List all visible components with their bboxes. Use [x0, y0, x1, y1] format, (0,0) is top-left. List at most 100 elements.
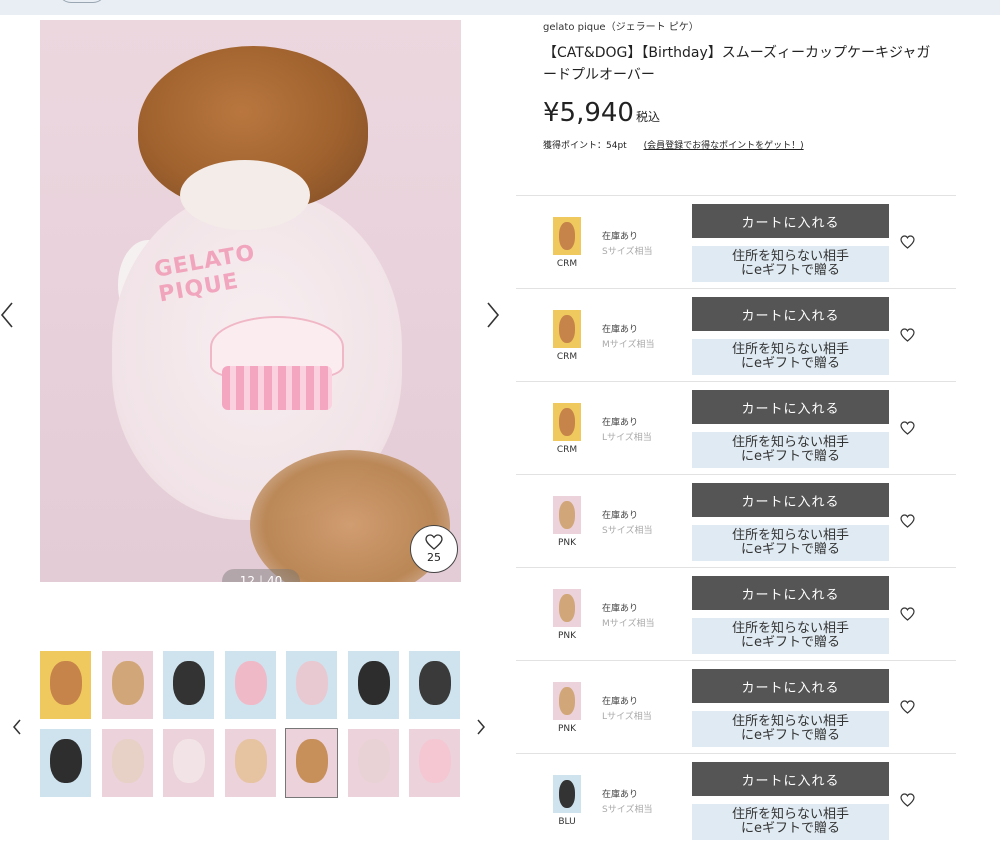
variant-favorite-button[interactable]: [900, 513, 915, 532]
egift-button[interactable]: 住所を知らない相手 にeギフトで贈る: [692, 339, 889, 375]
variant-size: Mサイズ相当: [602, 619, 655, 629]
variant-row: CRM 在庫あり Mサイズ相当 カートに入れる 住所を知らない相手 にeギフトで贈る: [516, 288, 956, 382]
variant-size: Lサイズ相当: [602, 712, 652, 722]
variant-favorite-button[interactable]: [900, 606, 915, 625]
egift-button[interactable]: 住所を知らない相手 にeギフトで贈る: [692, 804, 889, 840]
variant-stock: 在庫あり: [602, 604, 639, 614]
thumbnail[interactable]: [102, 651, 153, 719]
thumbnail[interactable]: [225, 651, 276, 719]
thumbnail[interactable]: [348, 651, 399, 719]
variant-swatch[interactable]: [553, 775, 581, 813]
variant-favorite-button[interactable]: [900, 792, 915, 811]
heart-icon: [425, 534, 443, 550]
variant-size: Mサイズ相当: [602, 340, 655, 350]
thumbnail-image: [50, 661, 82, 705]
thumbs-prev-arrow[interactable]: [12, 712, 22, 742]
thumbnail[interactable]: [102, 729, 153, 797]
thumbnail[interactable]: [40, 651, 91, 719]
price-value: ¥5,940: [543, 98, 634, 128]
chevron-right-icon: [487, 302, 500, 328]
variant-row: PNK 在庫あり Lサイズ相当 カートに入れる 住所を知らない相手 にeギフトで贈る: [516, 660, 956, 754]
favorite-count: 25: [427, 551, 441, 564]
variant-favorite-button[interactable]: [900, 327, 915, 346]
heart-icon: [900, 793, 915, 807]
top-bar: [0, 0, 1000, 15]
heart-icon: [900, 328, 915, 342]
variant-color-code: PNK: [557, 538, 577, 548]
variant-favorite-button[interactable]: [900, 699, 915, 718]
variant-color-code: PNK: [557, 631, 577, 641]
heart-icon: [900, 700, 915, 714]
thumbnail[interactable]: [286, 651, 337, 719]
thumbnail-image: [112, 661, 144, 705]
add-to-cart-button[interactable]: カートに入れる: [692, 390, 889, 424]
thumbs-next-arrow[interactable]: [476, 712, 486, 742]
variant-favorite-button[interactable]: [900, 234, 915, 253]
variant-swatch-image: [559, 222, 575, 250]
egift-button[interactable]: 住所を知らない相手 にeギフトで贈る: [692, 618, 889, 654]
thumbnail-image: [235, 739, 267, 783]
variant-swatch[interactable]: [553, 682, 581, 720]
add-to-cart-button[interactable]: カートに入れる: [692, 762, 889, 796]
logo[interactable]: [58, 0, 106, 3]
thumbnail-image: [235, 661, 267, 705]
variant-favorite-button[interactable]: [900, 420, 915, 439]
variant-stock: 在庫あり: [602, 418, 639, 428]
variant-size: Lサイズ相当: [602, 433, 652, 443]
thumbnail[interactable]: [285, 728, 338, 798]
variant-row: BLU 在庫あり Sサイズ相当 カートに入れる 住所を知らない相手 にeギフトで贈る: [516, 753, 956, 847]
egift-button[interactable]: 住所を知らない相手 にeギフトで贈る: [692, 246, 889, 282]
main-next-arrow[interactable]: [486, 301, 500, 335]
egift-button[interactable]: 住所を知らない相手 にeギフトで贈る: [692, 525, 889, 561]
variant-stock: 在庫あり: [602, 790, 639, 800]
add-to-cart-button[interactable]: カートに入れる: [692, 576, 889, 610]
favorite-button[interactable]: 25: [410, 525, 458, 573]
main-product-image[interactable]: GELATO PIQUE 12 | 40 25: [40, 20, 461, 582]
variant-color-code: CRM: [556, 352, 578, 362]
main-prev-arrow[interactable]: [0, 301, 14, 335]
variant-swatch[interactable]: [553, 496, 581, 534]
price-tax-label: 税込: [635, 110, 660, 124]
points-info: 獲得ポイント：54pt (会員登録でお得なポイントをゲット！): [543, 138, 804, 151]
thumbnail-image: [173, 739, 205, 783]
add-to-cart-button[interactable]: カートに入れる: [692, 669, 889, 703]
thumbnail[interactable]: [163, 651, 214, 719]
thumbnail[interactable]: [348, 729, 399, 797]
egift-button[interactable]: 住所を知らない相手 にeギフトで贈る: [692, 711, 889, 747]
heart-icon: [900, 235, 915, 249]
variant-swatch-image: [559, 780, 575, 808]
variant-size: Sサイズ相当: [602, 247, 653, 257]
variant-swatch[interactable]: [553, 310, 581, 348]
add-to-cart-button[interactable]: カートに入れる: [692, 297, 889, 331]
variant-swatch[interactable]: [553, 589, 581, 627]
variant-size: Sサイズ相当: [602, 805, 653, 815]
variant-stock: 在庫あり: [602, 325, 639, 335]
thumbnail[interactable]: [225, 729, 276, 797]
thumbnail-image: [358, 739, 390, 783]
add-to-cart-button[interactable]: カートに入れる: [692, 483, 889, 517]
image-counter-separator: |: [258, 574, 264, 582]
variant-swatch[interactable]: [553, 403, 581, 441]
image-counter-total: 40: [267, 574, 283, 582]
brand-name[interactable]: gelato pique（ジェラート ピケ）: [543, 18, 699, 33]
thumbnail[interactable]: [40, 729, 91, 797]
points-signup-link[interactable]: (会員登録でお得なポイントをゲット！): [644, 141, 804, 151]
variant-stock: 在庫あり: [602, 232, 639, 242]
chevron-left-icon: [13, 719, 21, 735]
egift-button[interactable]: 住所を知らない相手 にeギフトで贈る: [692, 432, 889, 468]
variant-row: CRM 在庫あり Sサイズ相当 カートに入れる 住所を知らない相手 にeギフトで贈る: [516, 195, 956, 289]
variant-row: PNK 在庫あり Mサイズ相当 カートに入れる 住所を知らない相手 にeギフトで贈る: [516, 567, 956, 661]
variant-color-code: PNK: [557, 724, 577, 734]
image-counter-current: 12: [239, 574, 255, 582]
variant-swatch-image: [559, 408, 575, 436]
variant-row: CRM 在庫あり Lサイズ相当 カートに入れる 住所を知らない相手 にeギフトで贈る: [516, 381, 956, 475]
thumbnail[interactable]: [409, 651, 460, 719]
variant-swatch-image: [559, 594, 575, 622]
variant-color-code: CRM: [556, 445, 578, 455]
thumbnail[interactable]: [409, 729, 460, 797]
variant-swatch[interactable]: [553, 217, 581, 255]
thumbnail-image: [296, 661, 328, 705]
add-to-cart-button[interactable]: カートに入れる: [692, 204, 889, 238]
thumbnail[interactable]: [163, 729, 214, 797]
heart-icon: [900, 421, 915, 435]
